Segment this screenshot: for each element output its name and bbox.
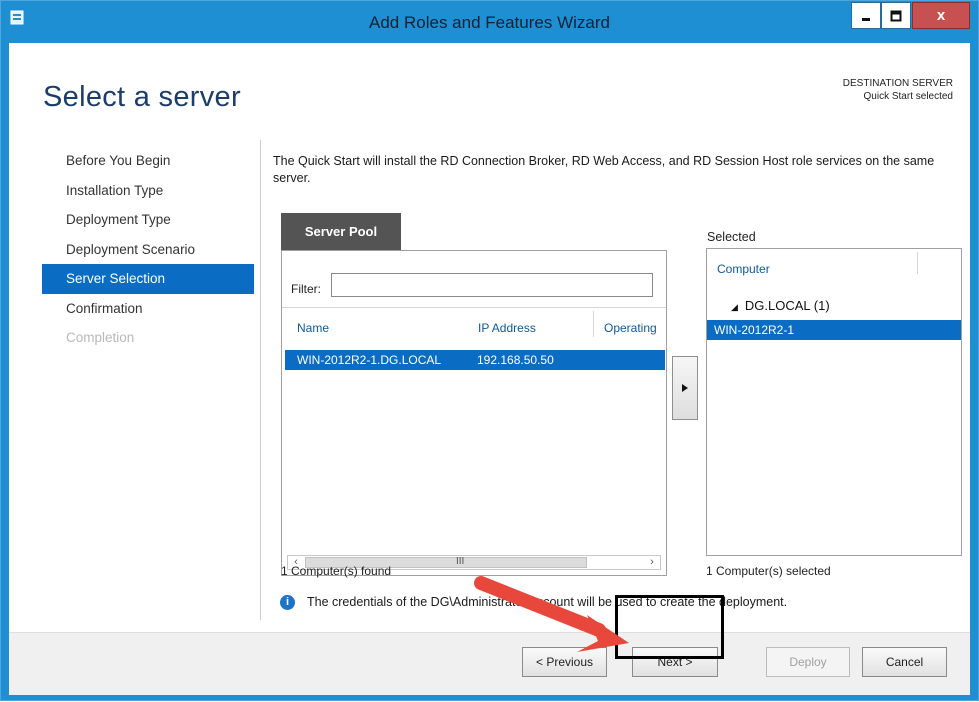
step-installation-type[interactable]: Installation Type bbox=[42, 176, 254, 206]
info-icon: i bbox=[280, 595, 295, 611]
step-deployment-scenario[interactable]: Deployment Scenario bbox=[42, 235, 254, 265]
row-name-cell: WIN-2012R2-1.DG.LOCAL bbox=[297, 353, 442, 367]
previous-button[interactable]: < Previous bbox=[522, 647, 607, 677]
filter-divider bbox=[282, 307, 666, 308]
wizard-window: Add Roles and Features Wizard x Select a… bbox=[0, 0, 979, 701]
title-bar[interactable]: Add Roles and Features Wizard x bbox=[1, 1, 978, 43]
step-completion: Completion bbox=[66, 330, 135, 345]
step-before-you-begin[interactable]: Before You Begin bbox=[42, 146, 254, 176]
next-button-highlight-box bbox=[615, 595, 724, 659]
column-divider[interactable] bbox=[593, 311, 594, 337]
tree-group-label: DG.LOCAL (1) bbox=[744, 298, 830, 313]
list-item[interactable]: WIN-2012R2-1 bbox=[707, 320, 961, 340]
table-row[interactable]: WIN-2012R2-1.DG.LOCAL 192.168.50.50 bbox=[285, 350, 665, 370]
arrow-right-icon bbox=[682, 384, 688, 392]
add-to-selected-button[interactable] bbox=[672, 356, 698, 420]
nav-divider bbox=[260, 140, 261, 620]
expand-triangle-icon[interactable]: ◢ bbox=[731, 302, 738, 312]
computers-found-count: 1 Computer(s) found bbox=[281, 564, 392, 578]
filter-label: Filter: bbox=[291, 282, 321, 296]
window-title: Add Roles and Features Wizard bbox=[369, 13, 610, 32]
wizard-steps-nav: Before You Begin Installation Type Deplo… bbox=[42, 146, 254, 353]
close-icon: x bbox=[936, 7, 946, 24]
step-confirmation[interactable]: Confirmation bbox=[42, 294, 254, 324]
selected-label: Selected bbox=[707, 230, 756, 244]
step-deployment-type[interactable]: Deployment Type bbox=[42, 205, 254, 235]
close-button[interactable]: x bbox=[912, 2, 970, 29]
maximize-button[interactable] bbox=[881, 2, 911, 29]
column-divider[interactable] bbox=[917, 252, 918, 274]
row-ip-cell: 192.168.50.50 bbox=[477, 353, 554, 367]
column-header-computer[interactable]: Computer bbox=[717, 262, 770, 276]
destination-server-label: DESTINATION SERVER bbox=[842, 78, 953, 89]
server-pool-panel: Filter: Name IP Address Operating WIN-20… bbox=[281, 250, 667, 576]
selected-panel: Computer ◢ DG.LOCAL (1) WIN-2012R2-1 bbox=[706, 248, 962, 556]
column-header-operating-system[interactable]: Operating bbox=[604, 321, 657, 335]
minimize-icon bbox=[862, 17, 870, 21]
wizard-client-area: Select a server DESTINATION SERVER Quick… bbox=[9, 43, 970, 695]
tab-server-pool[interactable]: Server Pool bbox=[281, 213, 401, 250]
cancel-button[interactable]: Cancel bbox=[862, 647, 947, 677]
deploy-button: Deploy bbox=[766, 647, 850, 677]
column-header-name[interactable]: Name bbox=[297, 321, 329, 335]
destination-server-value: Quick Start selected bbox=[863, 91, 953, 102]
step-server-selection[interactable]: Server Selection bbox=[42, 264, 254, 294]
wizard-footer: < Previous Next > Deploy Cancel bbox=[9, 632, 970, 695]
page-title: Select a server bbox=[43, 81, 241, 113]
maximize-icon bbox=[890, 10, 902, 21]
column-header-ip-address[interactable]: IP Address bbox=[478, 321, 536, 335]
computers-selected-count: 1 Computer(s) selected bbox=[706, 564, 831, 578]
filter-input[interactable] bbox=[331, 273, 653, 297]
minimize-button[interactable] bbox=[851, 2, 881, 29]
grip-icon: III bbox=[456, 556, 465, 567]
tree-group-dg-local[interactable]: ◢ DG.LOCAL (1) bbox=[731, 298, 830, 313]
scroll-right-icon[interactable]: › bbox=[644, 556, 660, 569]
intro-text: The Quick Start will install the RD Conn… bbox=[273, 154, 935, 185]
